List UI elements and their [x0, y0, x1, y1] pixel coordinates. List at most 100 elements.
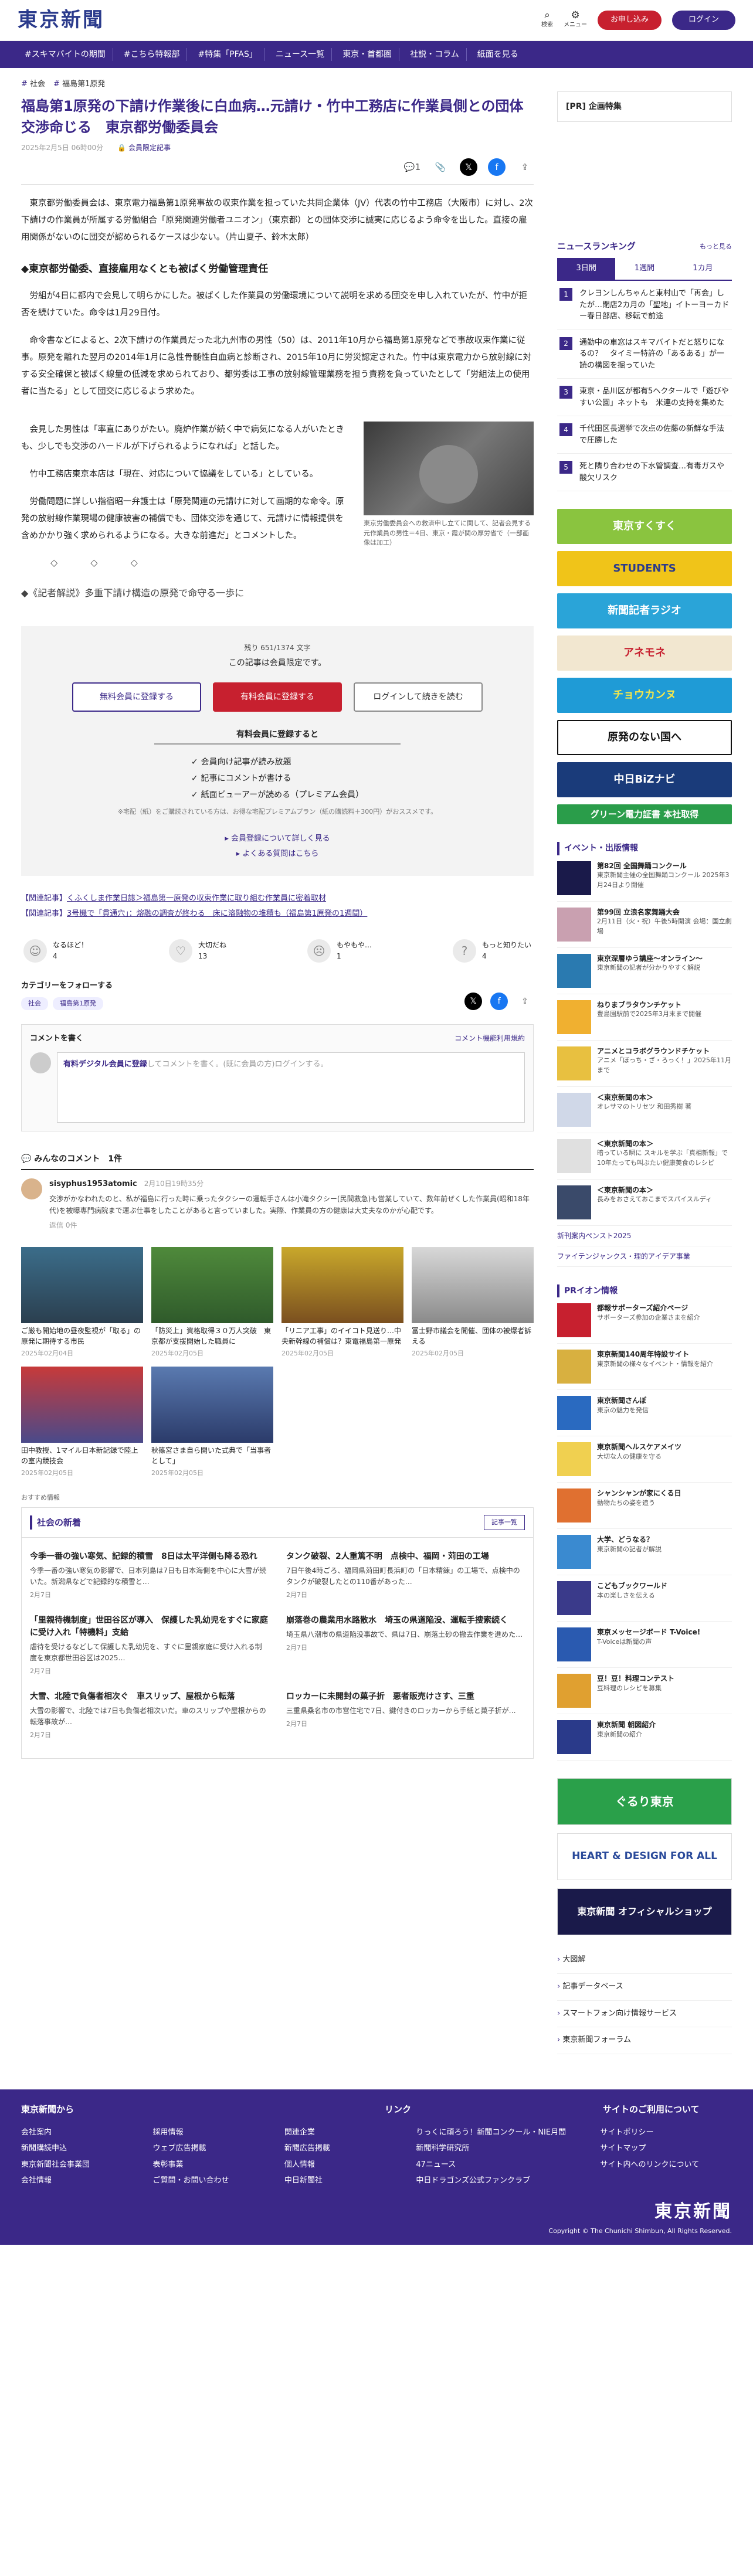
comment-username[interactable]: sisyphus1953atomic [49, 1180, 137, 1188]
side-list-item[interactable]: 大図解 [557, 1947, 732, 1974]
gallery-item[interactable]: 田中教授、1マイル日本新記録で陸上の室内競技会 2025年02月05日 [21, 1367, 143, 1479]
nav-item[interactable]: #こちら特報部 [117, 47, 188, 62]
gallery-item[interactable]: 秋篠宮さま自ら開いた式典で「当事者として」 2025年02月05日 [151, 1367, 274, 1479]
pr-event-item[interactable]: 東京新聞140周年特設サイト 東京新聞の様々なイベント・情報を紹介 [557, 1344, 732, 1390]
footer-link[interactable]: サイトマップ [601, 2140, 732, 2156]
society-item[interactable]: 「里親待機制度」世田谷区が導入 保護した乳幼児をすぐに家庭に受け入れ「特機料」支… [30, 1610, 269, 1686]
side-banner[interactable]: STUDENTS [557, 551, 732, 587]
pr-event-item[interactable]: こどもブックワールド 本の楽しさを伝える [557, 1575, 732, 1622]
society-item[interactable]: 崩落巻の農業用水路散水 埼玉の県道陥没、運転手捜索続く 埼玉県八潮市の県道陥没事故… [286, 1610, 525, 1686]
gallery-item[interactable]: 「防災上」資格取得３０万人突破 東京都が支援開始した職員に 2025年02月05日 [151, 1246, 274, 1359]
society-more-button[interactable]: 記事一覧 [484, 1515, 525, 1530]
search-button[interactable]: ⌕ 検索 [541, 11, 553, 30]
nav-item[interactable]: 東京・首都圏 [335, 47, 400, 62]
footer-link[interactable]: サイト内へのリンクについて [601, 2157, 732, 2173]
nav-item[interactable]: #特集「PFAS」 [191, 47, 265, 62]
pr-box-title[interactable]: [PR] 企画特集 [557, 91, 732, 123]
ranking-item[interactable]: 4 千代田区長選挙で次点の佐藤の新鮮な手法で圧勝した [557, 416, 732, 454]
ranking-tab[interactable]: 3日間 [557, 258, 616, 280]
gallery-item[interactable]: 「リニア工事」のイイコト見送り…中央新幹線の補償は？東電福島第一原発 2025年0… [281, 1246, 404, 1359]
side-banner[interactable]: 東京すくすく [557, 509, 732, 545]
comment-input[interactable]: 有料デジタル会員に登録してコメントを書く。(既に会員の方)ログインする。 [57, 1052, 525, 1123]
category-tag[interactable]: 福島第1原発 [53, 997, 103, 1010]
pr-event-item[interactable]: 大学、どうなる？ 東京新聞の記者が解説 [557, 1529, 732, 1575]
event-item[interactable]: 東京深層ゆう講座〜オンライン〜 東京新聞の記者が分かりやすく解説 [557, 948, 732, 994]
share-icon[interactable]: ⇪ [516, 158, 534, 176]
footer-link[interactable]: 個人情報 [284, 2157, 416, 2173]
event-item[interactable]: ねりまブラタウンチケット 豊島園駅前で2025年3月末まで開催 [557, 994, 732, 1041]
reaction-button[interactable]: ? もっと知りたい 4 [453, 939, 531, 963]
footer-link[interactable]: サイトポリシー [601, 2125, 732, 2140]
side-list-item[interactable]: 東京新聞フォーラム [557, 2027, 732, 2055]
clip-icon[interactable]: 📎 [432, 158, 449, 176]
nav-item[interactable]: 社説・コラム [403, 47, 467, 62]
footer-logo[interactable]: 東京新聞 [548, 2198, 732, 2226]
pr-event-item[interactable]: 都報サポーターズ紹介ページ サポーターズ参加の企業さまを紹介 [557, 1297, 732, 1344]
big-banner[interactable]: ぐるり東京 [557, 1778, 732, 1825]
category-tag[interactable]: 社会 [21, 997, 48, 1010]
related-link[interactable]: 3号機で「貫通穴」：熔融の調査が終わる 床に溶融物の堆積も（福島第1原発の1週間… [67, 909, 367, 918]
reaction-button[interactable]: ☹ もやもや… 1 [307, 939, 372, 963]
breadcrumb-item[interactable]: 福島第1原発 [53, 79, 105, 91]
side-banner[interactable]: 原発のない国へ [557, 720, 732, 756]
pr-event-item[interactable]: 東京新聞さんぽ 東京の魅力を発信 [557, 1390, 732, 1436]
nav-item[interactable]: 紙面を見る [470, 48, 525, 61]
side-banner[interactable]: 中日BiZナビ [557, 762, 732, 798]
big-banner[interactable]: 東京新聞 オフィシャルショップ [557, 1888, 732, 1935]
nav-item[interactable]: ニュース一覧 [269, 47, 333, 62]
gallery-item[interactable]: 冨士野市議会を開催、団体の被爆者訴える 2025年02月05日 [412, 1246, 534, 1359]
footer-link[interactable]: 中日ドラゴンズ公式ファンクラブ [416, 2173, 600, 2188]
ranking-item[interactable]: 5 死と隣り合わせの下水管調査…有毒ガスや酸欠リスク [557, 454, 732, 492]
ranking-tab[interactable]: 1週間 [615, 258, 673, 280]
side-list-item[interactable]: 記事データベース [557, 1974, 732, 2001]
footer-link[interactable]: 新聞購読申込 [21, 2140, 152, 2156]
society-item[interactable]: 今季一番の強い寒気、記録的積雪 8日は太平洋側も降る恐れ 今季一番の強い寒気の影響… [30, 1546, 269, 1610]
big-banner[interactable]: HEART & DESIGN FOR ALL [557, 1833, 732, 1880]
pr-event-item[interactable]: シャンシャンが家にくる日 動物たちの姿を追う [557, 1483, 732, 1529]
society-item[interactable]: タンク破裂、2人重篤不明 点検中、福岡・苅田の工場 7日午後4時ごろ、福岡県苅田町… [286, 1546, 525, 1610]
x-share-icon[interactable]: 𝕏 [460, 158, 478, 176]
ranking-item[interactable]: 1 クレヨンしんちゃんと東村山で「再会」したが…閉店2カ月の「聖地」イトーヨーカド… [557, 281, 732, 330]
pr-event-item[interactable]: 東京新聞 朝図紹介 東京新聞の紹介 [557, 1714, 732, 1761]
reaction-button[interactable]: ♡ 大切だね 13 [169, 939, 226, 963]
event-item[interactable]: ＜東京新聞の本＞ 長みをおさえておこまでスパイスルディ [557, 1180, 732, 1226]
small-link[interactable]: 新刊案内ペンスト2025 [557, 1226, 732, 1246]
facebook-share-icon[interactable]: f [490, 992, 508, 1010]
footer-link[interactable]: ご質問・お問い合わせ [152, 2173, 284, 2188]
related-link[interactable]: くふくしま作業日誌＞福島第一原発の収束作業に取り組む作業員に密着取材 [67, 894, 326, 903]
login-button[interactable]: ログイン [671, 11, 735, 30]
footer-link[interactable]: 表彰事業 [152, 2157, 284, 2173]
event-item[interactable]: 第82回 全国舞踊コンクール 東京新聞主催の全国舞踊コンクール 2025年3月24… [557, 855, 732, 902]
breadcrumb-item[interactable]: 社会 [21, 79, 45, 91]
side-banner[interactable]: チョウカンヌ [557, 678, 732, 713]
faq-link[interactable]: ▸ よくある質問はこちら [21, 847, 534, 862]
footer-link[interactable]: 関連企業 [284, 2125, 416, 2140]
footer-link[interactable]: りっくに頑ろう！新聞コンクール・NIE月間 [416, 2125, 600, 2140]
footer-link[interactable]: 会社案内 [21, 2125, 152, 2140]
comment-replies[interactable]: 返信 0件 [49, 1220, 534, 1231]
event-item[interactable]: ＜東京新聞の本＞ オレサマのトリセツ 和田秀樹 著 [557, 1087, 732, 1133]
side-list-item[interactable]: スマートフォン向け情報サービス [557, 2001, 732, 2028]
event-item[interactable]: アニメとコラボグラウンドチケット アニメ「ぼっち・ざ・ろっく！」2025年11月ま… [557, 1041, 732, 1087]
side-banner[interactable]: 新聞記者ラジオ [557, 593, 732, 629]
paid-register-button[interactable]: 有料会員に登録する [213, 682, 342, 712]
trial-button[interactable]: お申し込み [597, 11, 662, 30]
footer-link[interactable]: 中日新聞社 [284, 2173, 416, 2188]
ranking-item[interactable]: 3 東京・品川区が都有5ヘクタールで「遊びやすい公園」ネットも 米連の支持を集めた [557, 379, 732, 417]
society-item[interactable]: 大雪、北陸で負傷者相次ぐ 車スリップ、屋根から転落 大雪の影響で、北陸では7日も負… [30, 1686, 269, 1750]
gallery-item[interactable]: ご厳も開始地の昼夜監視が「取る」の原発に期待する市民 2025年02月04日 [21, 1246, 143, 1359]
pr-event-item[interactable]: 東京新聞ヘルスケアメイツ 大切な人の健康を守る [557, 1436, 732, 1483]
facebook-share-icon[interactable]: f [488, 158, 506, 176]
site-logo[interactable]: 東京新聞 [18, 4, 104, 36]
menu-button[interactable]: ⚙ メニュー [564, 11, 587, 30]
reaction-button[interactable]: ☺ なるほど！ 4 [23, 939, 88, 963]
comment-count-button[interactable]: 💬 1 [403, 158, 421, 176]
society-item[interactable]: ロッカーに未開封の菓子折 悪者販売けさす、三重 三重県桑名市の市営住宅で7日、鍵付… [286, 1686, 525, 1750]
side-banner[interactable]: グリーン電力証書 本社取得 [557, 804, 732, 825]
event-item[interactable]: ＜東京新聞の本＞ 暗っている瞬に スキルを学ぶ「真相新報」で10年たっても叫ぶたい… [557, 1133, 732, 1180]
x-share-icon[interactable]: 𝕏 [464, 992, 483, 1010]
pr-event-item[interactable]: 豆！豆！料理コンテスト 豆料理のレシピを募集 [557, 1668, 732, 1714]
side-banner[interactable]: アネモネ [557, 635, 732, 671]
footer-link[interactable]: ウェブ広告掲載 [152, 2140, 284, 2156]
footer-link[interactable]: 採用情報 [152, 2125, 284, 2140]
